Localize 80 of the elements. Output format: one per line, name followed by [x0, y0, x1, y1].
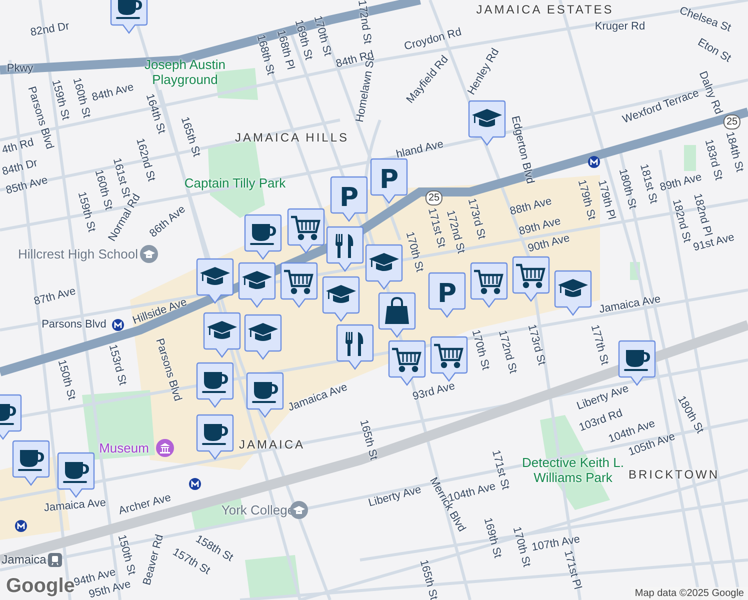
street-label: 150th St [54, 358, 78, 402]
school-icon [290, 501, 308, 519]
subway-station-icon [588, 156, 600, 168]
street-label: Jamaica Ave [286, 381, 350, 415]
street-label: 165th St [356, 418, 380, 462]
station-label: Jamaica [2, 554, 46, 566]
street-label: 184th St [722, 130, 746, 174]
street-label: Jamaica Ave [43, 496, 107, 516]
subway-station-icon [112, 319, 124, 331]
park-area [684, 145, 696, 171]
museum-icon [156, 439, 174, 457]
street-label: 4th Rd [0, 136, 36, 158]
neighborhood-label: JAMAICA [239, 438, 305, 452]
coffee-cup-marker[interactable] [57, 452, 95, 498]
street-label: Croydon Rd [402, 26, 464, 54]
street-label: 171st Pl [560, 549, 584, 591]
shopping-cart-marker[interactable] [388, 340, 426, 386]
street-label: 164th St [142, 92, 168, 136]
street-label: 160th St [70, 76, 93, 120]
park-area [215, 68, 258, 100]
street-label: 89th Ave [658, 171, 704, 194]
street-label: Parsons Blvd [42, 318, 106, 332]
street-label: 182nd Pl [691, 192, 714, 238]
street-label: 180th St [616, 168, 639, 210]
street-label: Archer Ave [117, 492, 173, 518]
street-label: 170th St [402, 230, 426, 274]
street-label: 150th St [115, 534, 138, 576]
street-label: 179th Pl [595, 178, 618, 222]
museum-label: Museum [99, 442, 149, 454]
street-label: 82nd Dr [30, 20, 70, 40]
street-label: Hillside Ave [131, 296, 189, 328]
street-label: 172nd St [495, 329, 519, 375]
street-label: 179th St [574, 178, 598, 222]
school-icon [140, 245, 158, 263]
street-label: Pkwy [6, 62, 34, 76]
street-label: 173rd St [464, 197, 488, 241]
google-logo: Google [6, 575, 75, 598]
coffee-cup-marker[interactable] [618, 340, 656, 386]
street-label: 181st St [636, 162, 660, 206]
route-shield: 25 [723, 114, 741, 130]
street-label: 182nd St [669, 198, 693, 244]
coffee-cup-marker[interactable] [110, 0, 148, 34]
street-label: 171st St [424, 206, 448, 250]
graduation-cap-marker[interactable] [468, 100, 506, 146]
street-label: Beaver Rd [141, 533, 167, 587]
street-label: Eton St [695, 36, 733, 66]
street-label: 93rd Ave [411, 380, 457, 404]
street-label: Parsons Blvd [152, 337, 184, 403]
street-label: 153rd St [105, 343, 129, 387]
street-label: 84th Ave [90, 81, 136, 105]
place-label: Hillcrest High School [18, 248, 138, 260]
subway-station-icon [15, 520, 27, 532]
street-label: 159th St [48, 78, 72, 122]
street-label: Liberty Ave [367, 484, 423, 510]
street-label: 177th St [587, 324, 611, 366]
street-label: 168th St [253, 34, 277, 76]
street-label: 183rd St [702, 138, 725, 182]
park-label: Detective Keith L. Williams Park [521, 455, 625, 485]
park-label: Captain Tilly Park [183, 176, 287, 190]
street-label: 86th Ave [148, 203, 188, 241]
street-label: Jamaica Ave [598, 293, 662, 317]
park-area [245, 555, 300, 598]
street-label: 172nd St [354, 0, 374, 45]
shopping-cart-marker[interactable] [430, 336, 468, 382]
train-station-icon [48, 553, 62, 567]
neighborhood-label: JAMAICA ESTATES [476, 4, 614, 16]
street-label: 170th St [468, 328, 492, 372]
graduation-cap-marker[interactable] [554, 270, 592, 316]
street-label: Kruger Rd [594, 20, 646, 34]
street-label: 162nd St [132, 137, 158, 183]
neighborhood-label: JAMAICA HILLS [234, 132, 350, 144]
street-label: 173rd St [524, 323, 548, 367]
street-label: 170th St [509, 526, 533, 568]
street-label: Edgerton Blvd [508, 114, 536, 186]
street-label: 165th St [416, 558, 440, 600]
neighborhood-label: BRICKTOWN [628, 468, 720, 482]
street-label: 169th St [480, 516, 504, 560]
subway-station-icon [189, 478, 201, 490]
street-label: 87th Ave [32, 285, 78, 309]
street-label: 165th St [177, 116, 203, 158]
